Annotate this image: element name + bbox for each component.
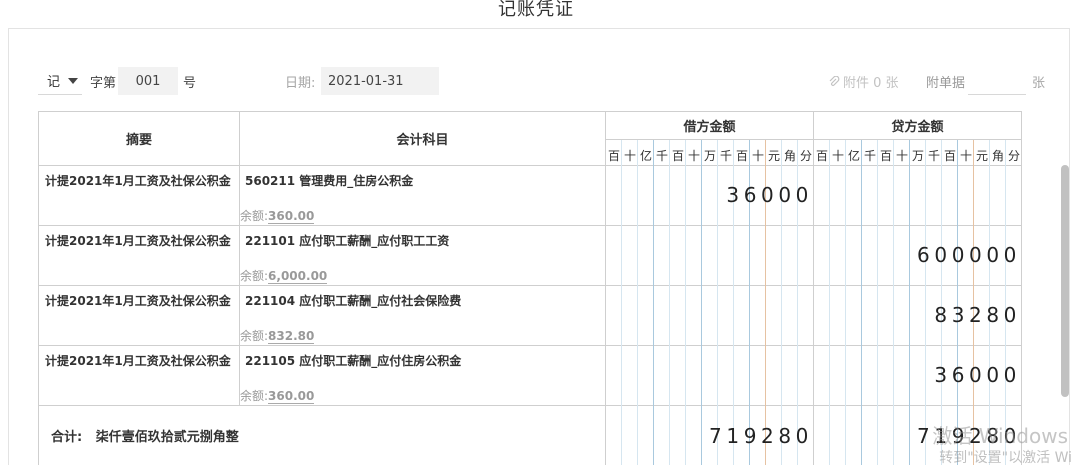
credit-header: 贷方金额 (891, 120, 944, 135)
credit-unit-label: 万 (911, 149, 924, 163)
credit-unit-label: 百 (879, 149, 892, 163)
row-summary: 计提2021年1月工资及社保公积金 (45, 294, 231, 308)
debit-unit-label: 角 (783, 149, 796, 163)
debit-unit-label: 百 (607, 149, 620, 163)
credit-unit-label: 亿 (847, 149, 860, 163)
row-account: 221105 应付职工薪酬_应付住房公积金 (245, 354, 462, 368)
total-amount-words: 柒仟壹佰玖拾贰元捌角整 (95, 430, 239, 445)
table-row[interactable]: 计提2021年1月工资及社保公积金 560211 管理费用_住房公积金 余额:3… (39, 166, 1021, 225)
row-credit-amount: 83280 (934, 303, 1021, 327)
credit-unit-label: 千 (927, 149, 940, 163)
debit-unit-label: 分 (799, 149, 812, 163)
credit-unit-label: 分 (1007, 149, 1020, 163)
credit-unit-label: 元 (975, 149, 988, 163)
row-account: 560211 管理费用_住房公积金 (245, 174, 414, 188)
activation-watermark-hint: 转到"设置"以激活 Wi (939, 450, 1072, 465)
vertical-scrollbar[interactable] (1061, 165, 1069, 397)
row-summary: 计提2021年1月工资及社保公积金 (45, 174, 231, 188)
row-debit-amount: 36000 (726, 183, 813, 207)
table-row[interactable]: 计提2021年1月工资及社保公积金 221105 应付职工薪酬_应付住房公积金 … (39, 346, 1021, 405)
debit-unit-label: 元 (767, 149, 780, 163)
debit-unit-label: 十 (751, 149, 764, 163)
row-balance: 余额:832.80 (240, 329, 315, 344)
row-balance: 余额:6,000.00 (240, 269, 328, 284)
credit-unit-label: 十 (831, 149, 844, 163)
row-account: 221104 应付职工薪酬_应付社会保险费 (245, 294, 462, 308)
table-row[interactable]: 计提2021年1月工资及社保公积金 221101 应付职工薪酬_应付职工工资 余… (39, 226, 1021, 285)
debit-unit-label: 百 (671, 149, 684, 163)
table-row[interactable]: 计提2021年1月工资及社保公积金 221104 应付职工薪酬_应付社会保险费 … (39, 286, 1021, 345)
debit-unit-label: 十 (687, 149, 700, 163)
total-label: 合计: 柒仟壹佰玖拾贰元捌角整 (51, 430, 239, 445)
total-debit-amount: 719280 (709, 424, 813, 448)
credit-unit-label: 十 (959, 149, 972, 163)
credit-unit-label: 千 (863, 149, 876, 163)
summary-header: 摘要 (125, 133, 152, 148)
row-summary: 计提2021年1月工资及社保公积金 (45, 234, 231, 248)
credit-unit-label: 十 (895, 149, 908, 163)
voucher-table: 摘要 会计科目 借方金额 贷方金额 百十亿千百十万千百十元角分百十亿千百十万千百… (0, 0, 1072, 465)
debit-unit-label: 千 (719, 149, 732, 163)
row-balance: 余额:360.00 (240, 389, 315, 404)
credit-unit-label: 百 (943, 149, 956, 163)
row-account: 221101 应付职工薪酬_应付职工工资 (245, 234, 450, 248)
debit-unit-label: 百 (735, 149, 748, 163)
activation-watermark: 激活 Windows (932, 424, 1068, 448)
debit-unit-label: 十 (623, 149, 636, 163)
debit-unit-label: 万 (703, 149, 716, 163)
total-row: 合计: 柒仟壹佰玖拾贰元捌角整 719280 719280 (39, 406, 1021, 465)
row-credit-amount: 600000 (917, 243, 1021, 267)
credit-unit-label: 角 (991, 149, 1004, 163)
debit-unit-label: 千 (655, 149, 668, 163)
row-balance: 余额:360.00 (240, 209, 315, 224)
debit-header: 借方金额 (683, 120, 736, 135)
debit-unit-label: 亿 (639, 149, 652, 163)
account-header: 会计科目 (396, 133, 449, 148)
row-credit-amount: 36000 (934, 363, 1021, 387)
credit-unit-label: 百 (815, 149, 828, 163)
row-summary: 计提2021年1月工资及社保公积金 (45, 354, 231, 368)
